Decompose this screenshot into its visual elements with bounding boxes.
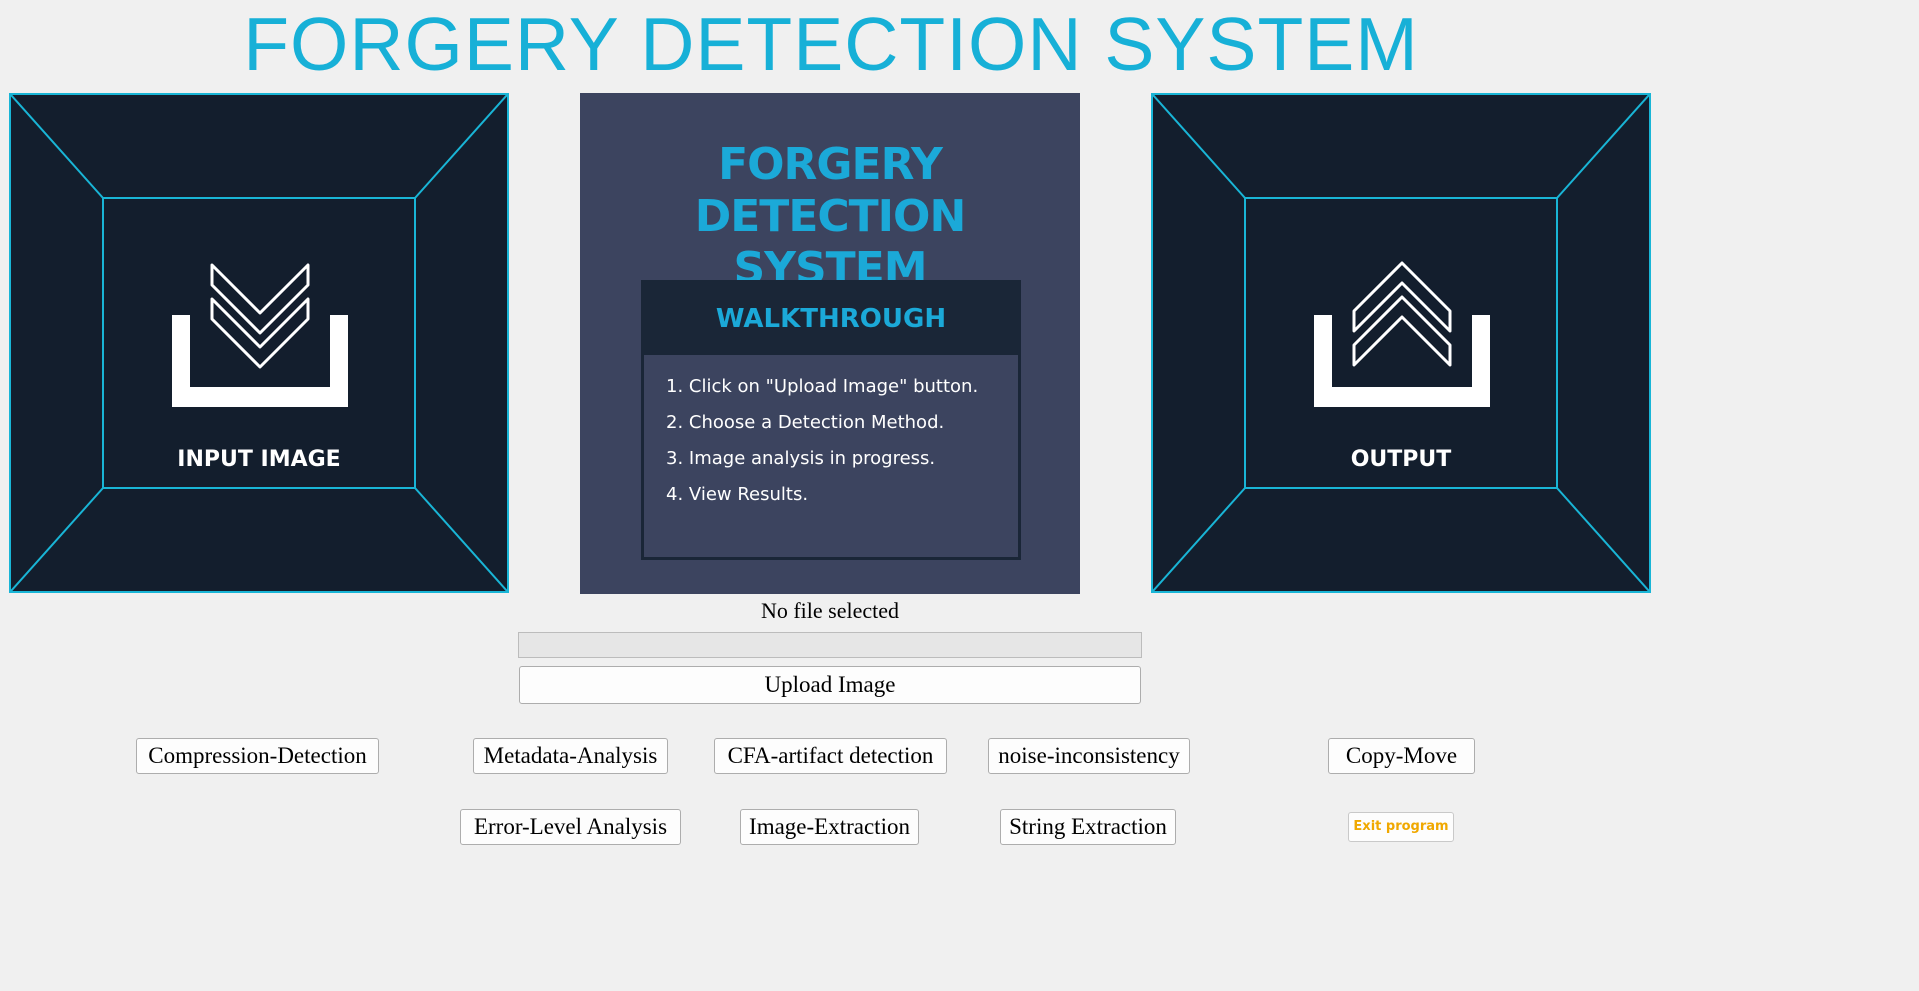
output-panel: OUTPUT xyxy=(1151,93,1651,593)
upload-image-button[interactable]: Upload Image xyxy=(519,666,1141,704)
exit-program-button[interactable]: Exit program xyxy=(1348,812,1454,842)
walkthrough-step: 4. View Results. xyxy=(666,484,809,505)
cfa-artifact-detection-button[interactable]: CFA-artifact detection xyxy=(714,738,947,774)
walkthrough-logo-title: FORGERY DETECTION SYSTEM xyxy=(580,139,1080,295)
download-tray-icon xyxy=(172,263,348,407)
upload-tray-icon xyxy=(1314,261,1490,407)
walkthrough-step: 2. Choose a Detection Method. xyxy=(666,412,945,433)
error-level-analysis-button[interactable]: Error-Level Analysis xyxy=(460,809,681,845)
walkthrough-steps: 1. Click on "Upload Image" button. 2. Ch… xyxy=(644,355,1018,513)
input-image-label: INPUT IMAGE xyxy=(177,447,341,472)
walkthrough-step: 3. Image analysis in progress. xyxy=(666,448,936,469)
app-title: FORGERY DETECTION SYSTEM xyxy=(243,2,1419,86)
output-label: OUTPUT xyxy=(1350,447,1452,472)
logo-title-line1: FORGERY DETECTION xyxy=(694,139,967,242)
noise-inconsistency-button[interactable]: noise-inconsistency xyxy=(988,738,1190,774)
walkthrough-card: WALKTHROUGH 1. Click on "Upload Image" b… xyxy=(641,280,1021,560)
string-extraction-button[interactable]: String Extraction xyxy=(1000,809,1176,845)
progress-bar xyxy=(518,632,1142,658)
walkthrough-step: 1. Click on "Upload Image" button. xyxy=(666,376,979,397)
walkthrough-panel: FORGERY DETECTION SYSTEM WALKTHROUGH 1. … xyxy=(580,93,1080,594)
image-extraction-button[interactable]: Image-Extraction xyxy=(740,809,919,845)
file-status: No file selected xyxy=(760,598,900,623)
walkthrough-heading: WALKTHROUGH xyxy=(644,283,1018,355)
metadata-analysis-button[interactable]: Metadata-Analysis xyxy=(473,738,668,774)
compression-detection-button[interactable]: Compression-Detection xyxy=(136,738,379,774)
input-image-panel[interactable]: INPUT IMAGE xyxy=(9,93,509,593)
copy-move-button[interactable]: Copy-Move xyxy=(1328,738,1475,774)
